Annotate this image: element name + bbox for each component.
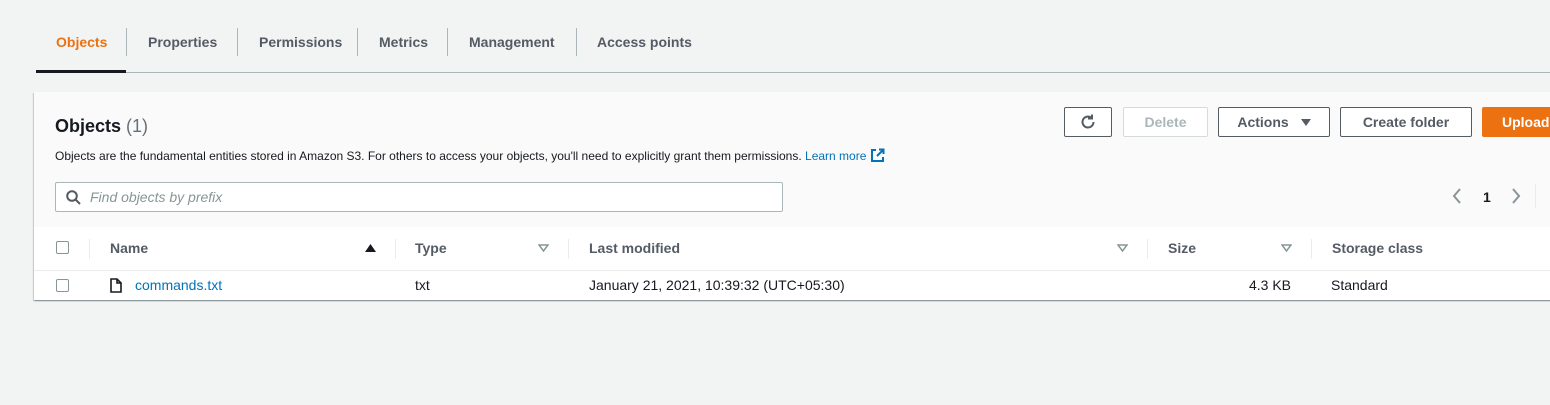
search-input[interactable] bbox=[90, 183, 770, 211]
tab-divider bbox=[447, 28, 448, 56]
create-folder-button[interactable]: Create folder bbox=[1340, 107, 1472, 137]
learn-more-label: Learn more bbox=[805, 149, 867, 163]
actions-dropdown[interactable]: Actions bbox=[1218, 107, 1330, 137]
tab-divider bbox=[357, 28, 358, 56]
sort-unsorted-icon[interactable] bbox=[538, 244, 549, 252]
sort-unsorted-icon[interactable] bbox=[1117, 244, 1128, 252]
column-size-header[interactable]: Size bbox=[1168, 227, 1196, 270]
tab-access-points[interactable]: Access points bbox=[597, 24, 692, 70]
tab-management[interactable]: Management bbox=[469, 24, 555, 70]
tab-metrics[interactable]: Metrics bbox=[379, 24, 428, 70]
object-storage-class: Standard bbox=[1331, 277, 1388, 293]
delete-button[interactable]: Delete bbox=[1123, 107, 1208, 137]
tab-divider bbox=[126, 28, 127, 56]
tab-divider bbox=[576, 28, 577, 56]
row-checkbox[interactable] bbox=[56, 279, 69, 292]
table-row: commands.txt txt January 21, 2021, 10:39… bbox=[34, 271, 1550, 300]
learn-more-link[interactable]: Learn more bbox=[805, 148, 885, 166]
description-text: Objects are the fundamental entities sto… bbox=[55, 149, 802, 163]
panel-title: Objects (1) bbox=[55, 116, 148, 137]
panel-title-text: Objects bbox=[55, 116, 122, 136]
object-count: (1) bbox=[126, 116, 149, 136]
objects-panel: Objects (1) Objects are the fundamental … bbox=[34, 92, 1550, 300]
external-link-icon bbox=[870, 148, 885, 166]
column-type-header[interactable]: Type bbox=[415, 227, 447, 270]
refresh-button[interactable] bbox=[1064, 107, 1112, 137]
object-name-link[interactable]: commands.txt bbox=[135, 271, 222, 300]
column-divider bbox=[1311, 239, 1312, 259]
panel-description: Objects are the fundamental entities sto… bbox=[55, 148, 885, 166]
table-header: Name Type Last modified Size Storage cla… bbox=[34, 227, 1550, 271]
object-type: txt bbox=[415, 277, 430, 293]
sort-unsorted-icon[interactable] bbox=[1281, 244, 1292, 252]
column-storage-class-header[interactable]: Storage class bbox=[1332, 227, 1423, 270]
next-page-icon[interactable] bbox=[1511, 188, 1521, 204]
sort-ascending-icon[interactable] bbox=[365, 244, 376, 252]
column-last-modified-header[interactable]: Last modified bbox=[589, 227, 680, 270]
tab-permissions[interactable]: Permissions bbox=[259, 24, 342, 70]
active-tab-indicator bbox=[36, 70, 126, 73]
pager-divider bbox=[1535, 184, 1536, 208]
tab-bar: Objects Properties Permissions Metrics M… bbox=[36, 24, 1550, 73]
column-divider bbox=[568, 239, 569, 259]
column-divider bbox=[89, 239, 90, 259]
object-size: 4.3 KB bbox=[1248, 277, 1291, 293]
select-all-checkbox[interactable] bbox=[56, 241, 69, 254]
caret-down-icon bbox=[1300, 118, 1311, 126]
tab-properties[interactable]: Properties bbox=[148, 24, 217, 70]
panel-header: Objects (1) Objects are the fundamental … bbox=[34, 92, 1550, 228]
tab-objects[interactable]: Objects bbox=[56, 24, 107, 70]
actions-label: Actions bbox=[1237, 114, 1289, 130]
column-divider bbox=[395, 239, 396, 259]
previous-page-icon[interactable] bbox=[1452, 188, 1462, 204]
upload-button[interactable]: Upload bbox=[1482, 107, 1550, 137]
column-name-header[interactable]: Name bbox=[110, 227, 148, 270]
search-box bbox=[55, 182, 783, 212]
refresh-icon bbox=[1081, 114, 1095, 129]
search-icon bbox=[66, 190, 81, 205]
column-divider bbox=[1147, 239, 1148, 259]
tab-divider bbox=[237, 28, 238, 56]
current-page-number[interactable]: 1 bbox=[1483, 189, 1491, 205]
object-name[interactable]: commands.txt bbox=[135, 277, 222, 293]
file-icon bbox=[110, 278, 122, 293]
object-last-modified: January 21, 2021, 10:39:32 (UTC+05:30) bbox=[589, 277, 845, 293]
